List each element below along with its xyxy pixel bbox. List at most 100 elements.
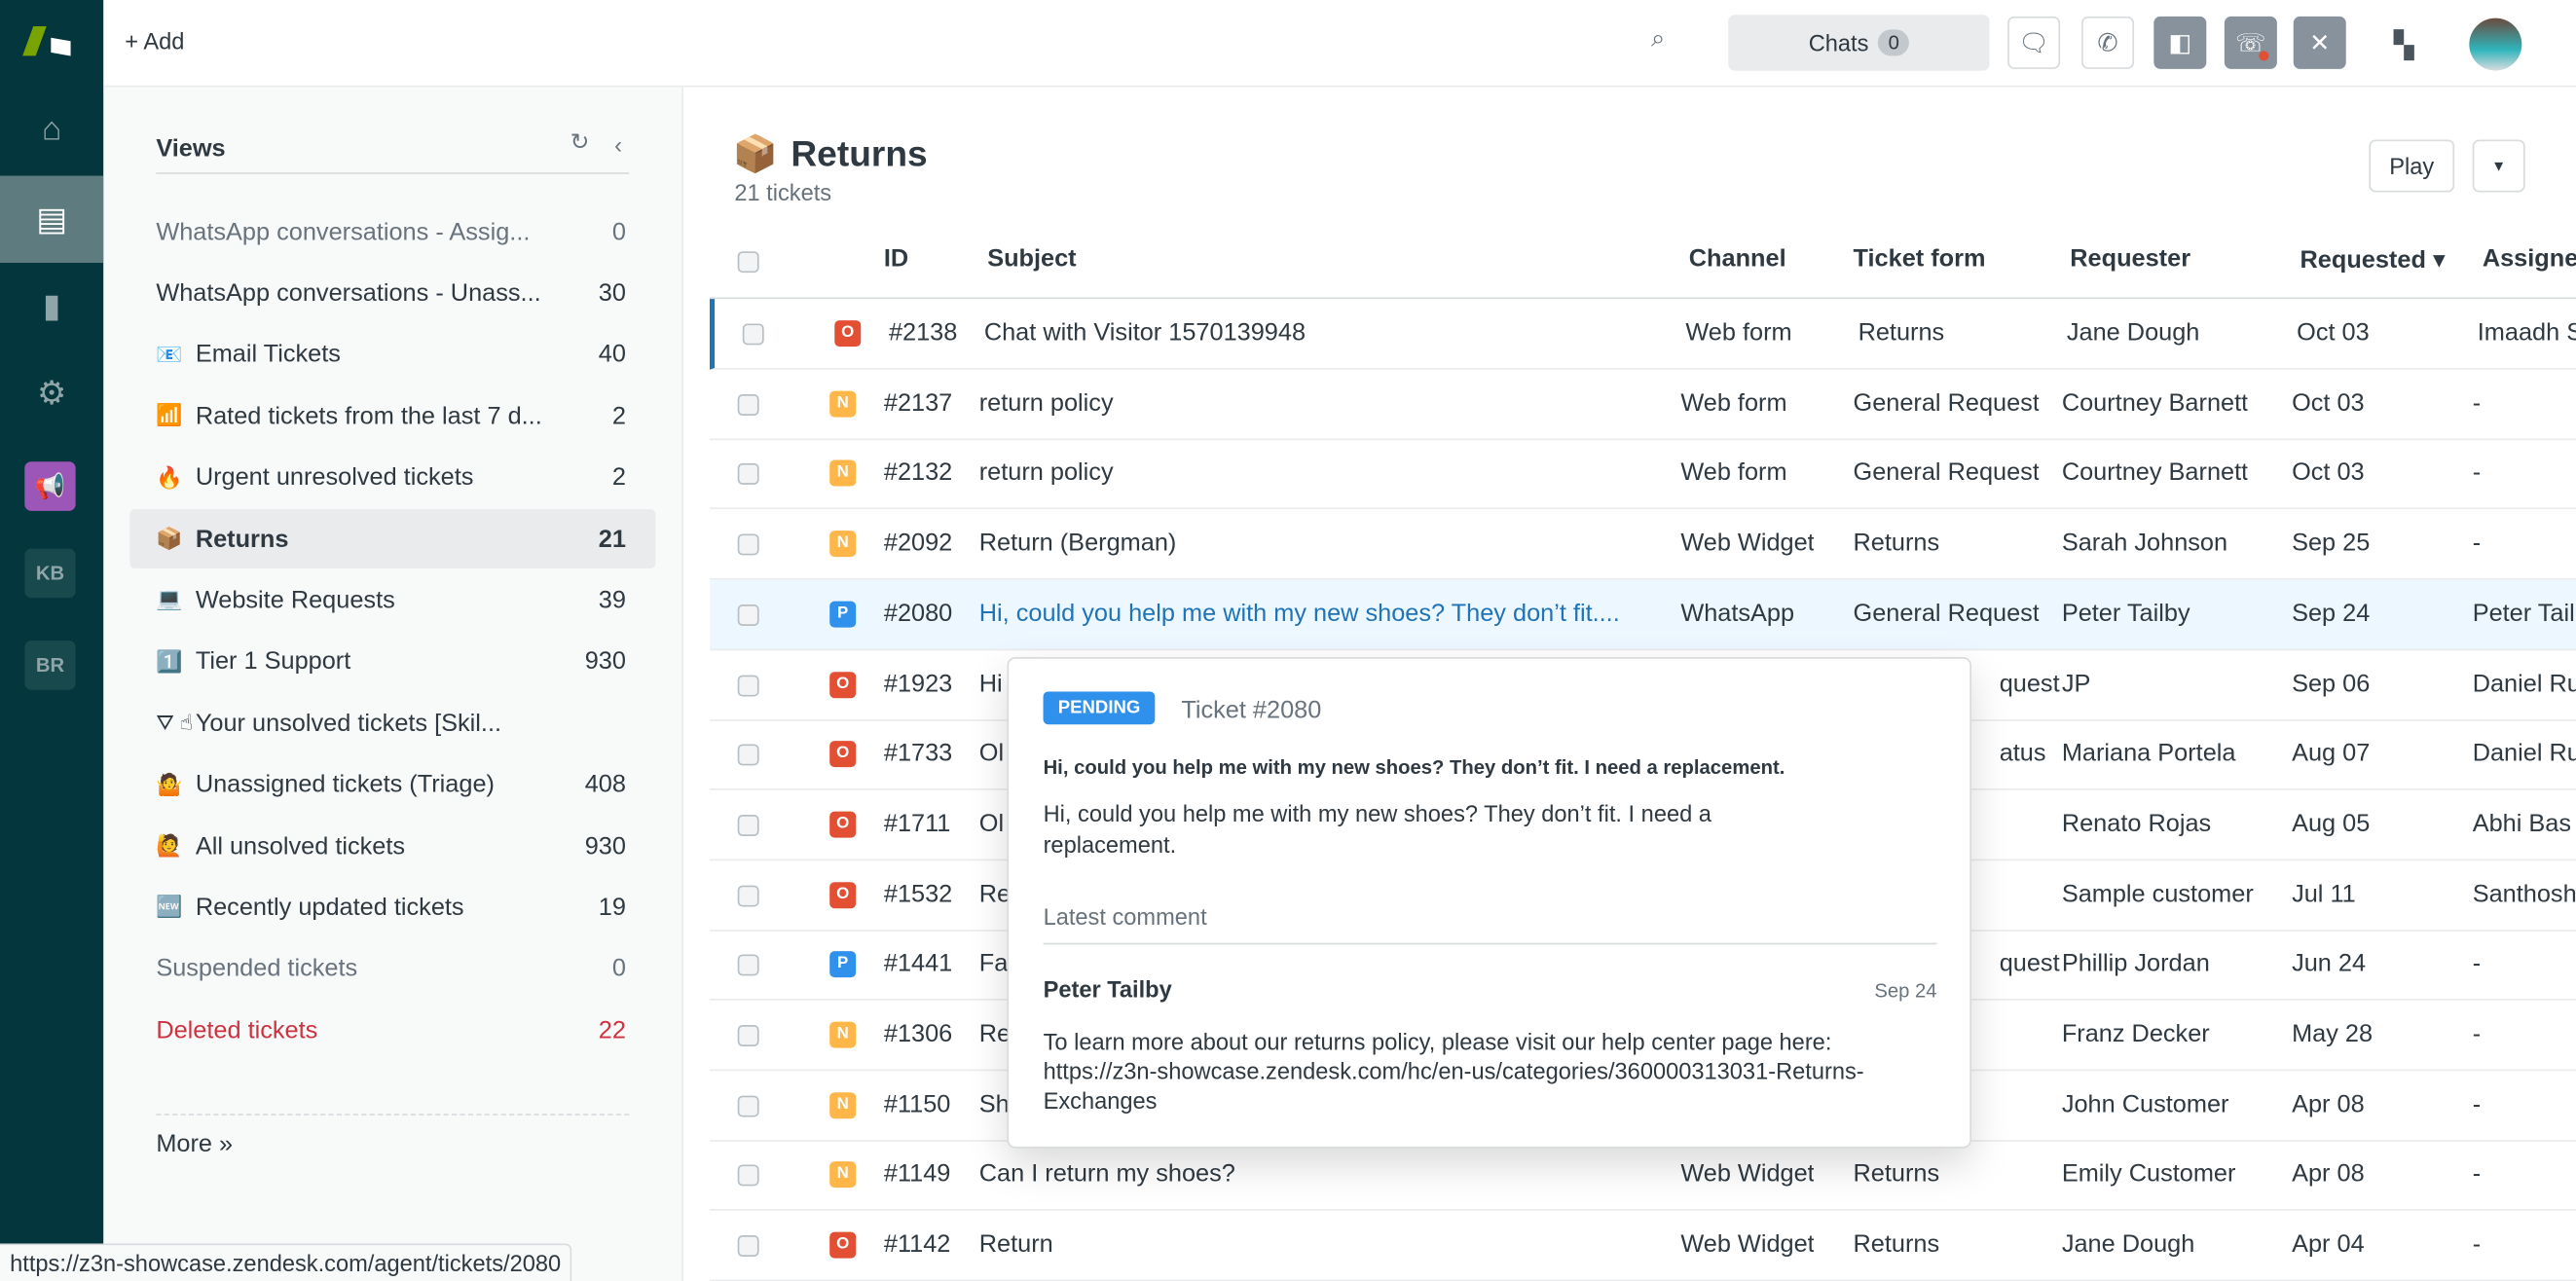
latest-comment-label: Latest comment xyxy=(1043,903,1207,931)
views-icon[interactable]: ▤ xyxy=(0,175,104,263)
layout-app-icon[interactable]: ◧ xyxy=(2153,16,2207,69)
ticket-subject[interactable]: Can I return my shoes? xyxy=(979,1160,1235,1189)
view-item[interactable]: 🔥 Urgent unresolved tickets 2 xyxy=(129,448,655,507)
search-icon[interactable]: ⌕ xyxy=(1651,24,1665,53)
add-button[interactable]: + Add xyxy=(125,28,184,55)
ticket-id: #2137 xyxy=(883,388,953,418)
view-item[interactable]: Suspended tickets 0 xyxy=(129,939,655,999)
status-badge: PENDING xyxy=(1043,691,1156,725)
play-dropdown-button[interactable]: ▼ xyxy=(2472,139,2525,193)
status-badge: O xyxy=(834,320,862,348)
whatsapp-icon[interactable]: ☏ xyxy=(2224,16,2277,69)
table-row[interactable]: O #1142 Return Web Widget Returns Jane D… xyxy=(710,1211,2576,1281)
column-channel[interactable]: Channel xyxy=(1689,244,1786,273)
column-id[interactable]: ID xyxy=(884,244,908,273)
column-subject[interactable]: Subject xyxy=(987,244,1076,273)
view-item[interactable]: WhatsApp conversations - Unass... 30 xyxy=(129,264,655,323)
view-item[interactable]: Deleted tickets 22 xyxy=(129,1001,655,1060)
select-all-checkbox[interactable] xyxy=(737,251,759,274)
kb-app-button[interactable]: KB xyxy=(24,548,76,599)
phone-icon[interactable]: ✆ xyxy=(2081,16,2135,69)
ticket-subject[interactable]: Chat with Visitor 1570139948 xyxy=(984,318,1306,347)
table-row[interactable]: N #2137 return policy Web form General R… xyxy=(710,369,2576,440)
ticket-subject[interactable]: Return xyxy=(979,1230,1053,1259)
chat-bubble-icon[interactable]: 🗨 xyxy=(2007,16,2061,69)
status-badge: N xyxy=(829,1091,857,1118)
add-label: Add xyxy=(143,27,185,55)
avatar[interactable] xyxy=(2469,18,2522,71)
row-checkbox[interactable] xyxy=(737,604,759,626)
ticket-subject[interactable]: Hi, could you help me with my new shoes?… xyxy=(979,600,1620,628)
ticket-subject[interactable]: Fa xyxy=(979,950,1009,978)
row-checkbox[interactable] xyxy=(737,814,759,836)
ticket-requester: Peter Tailby xyxy=(2061,599,2190,628)
close-chat-icon[interactable]: ✕ xyxy=(2293,16,2346,69)
status-badge: O xyxy=(829,741,857,768)
ticket-subject[interactable]: Re xyxy=(979,880,1011,908)
table-row[interactable]: O #2138 Chat with Visitor 1570139948 Web… xyxy=(710,299,2576,370)
br-app-button[interactable]: BR xyxy=(24,640,76,690)
ticket-subject[interactable]: return policy xyxy=(979,388,1114,417)
ticket-subject[interactable]: Re xyxy=(979,1020,1011,1048)
view-item[interactable]: 1️⃣ Tier 1 Support 930 xyxy=(129,632,655,691)
ticket-subject[interactable]: return policy xyxy=(979,458,1114,487)
view-item[interactable]: WhatsApp conversations - Assig... 0 xyxy=(129,202,655,262)
view-item[interactable]: 🙋 All unsolved tickets 930 xyxy=(129,817,655,876)
row-checkbox[interactable] xyxy=(737,884,759,906)
view-item[interactable]: 🤷 Unassigned tickets (Triage) 408 xyxy=(129,755,655,815)
refresh-icon[interactable]: ↻ xyxy=(570,128,590,157)
row-checkbox[interactable] xyxy=(737,1095,759,1116)
table-row[interactable]: N #2092 Return (Bergman) Web Widget Retu… xyxy=(710,509,2576,580)
view-count: 19 xyxy=(598,893,626,922)
more-views-link[interactable]: More » xyxy=(156,1130,233,1158)
reporting-icon[interactable]: ▮ xyxy=(0,263,103,349)
view-item[interactable]: 💻 Website Requests 39 xyxy=(129,570,655,630)
collapse-chevron-icon[interactable]: ‹ xyxy=(614,131,622,158)
row-checkbox[interactable] xyxy=(737,393,759,416)
table-row[interactable]: N #1149 Can I return my shoes? Web Widge… xyxy=(710,1141,2576,1212)
play-button[interactable]: Play xyxy=(2369,139,2455,193)
row-checkbox[interactable] xyxy=(737,1025,759,1046)
ticket-assignee: Imaadh S xyxy=(2477,318,2576,348)
row-checkbox[interactable] xyxy=(737,954,759,976)
product-tray-icon[interactable]: ▚ xyxy=(2394,29,2414,62)
view-item[interactable]: 📦 Returns 21 xyxy=(129,509,656,568)
ticket-subject[interactable]: Ol xyxy=(979,740,1004,768)
view-item[interactable]: 📧 Email Tickets 40 xyxy=(129,325,655,384)
admin-gear-icon[interactable]: ⚙ xyxy=(0,349,103,436)
view-emoji-icon: 📶 xyxy=(156,402,183,428)
view-item[interactable]: 📶 Rated tickets from the last 7 d... 2 xyxy=(129,386,655,446)
row-checkbox[interactable] xyxy=(737,744,759,766)
column-ticket-form[interactable]: Ticket form xyxy=(1854,244,1986,273)
view-emoji-icon: 🙋 xyxy=(156,832,183,858)
table-row[interactable]: P #2080 Hi, could you help me with my ne… xyxy=(710,579,2576,650)
ticket-subject[interactable]: Hi xyxy=(979,670,1003,698)
column-requested[interactable]: Requested ▾ xyxy=(2300,244,2446,274)
column-requester[interactable]: Requester xyxy=(2070,244,2190,273)
view-item[interactable]: ⛛ ☝ Your unsolved tickets [Skil... xyxy=(129,693,655,752)
row-checkbox[interactable] xyxy=(737,1235,759,1258)
ticket-assignee: - xyxy=(2472,1160,2482,1189)
view-count: 22 xyxy=(598,1016,626,1044)
ticket-id: #1711 xyxy=(883,809,951,838)
status-badge: O xyxy=(829,881,857,908)
row-checkbox[interactable] xyxy=(737,533,759,556)
table-row[interactable]: N #2132 return policy Web form General R… xyxy=(710,439,2576,510)
view-label: Returns xyxy=(195,525,289,553)
row-checkbox[interactable] xyxy=(737,1165,759,1188)
views-panel: Views ↻ ‹ WhatsApp conversations - Assig… xyxy=(103,87,683,1281)
ticket-subject[interactable]: Sh xyxy=(979,1090,1010,1118)
view-label: WhatsApp conversations - Unass... xyxy=(156,278,541,308)
view-item[interactable]: 🆕 Recently updated tickets 19 xyxy=(129,878,655,937)
megaphone-icon[interactable]: 📢 xyxy=(24,461,76,511)
row-checkbox[interactable] xyxy=(742,323,764,346)
ticket-subject[interactable]: Return (Bergman) xyxy=(979,530,1177,558)
home-icon[interactable]: ⌂ xyxy=(0,87,103,173)
ticket-subject[interactable]: Ol xyxy=(979,810,1004,838)
view-label: WhatsApp conversations - Assig... xyxy=(156,217,531,246)
row-checkbox[interactable] xyxy=(737,674,759,696)
column-assignee[interactable]: Assignee xyxy=(2483,244,2576,273)
row-checkbox[interactable] xyxy=(737,463,759,486)
chats-button[interactable]: Chats 0 xyxy=(1728,15,1990,71)
ticket-id: #1923 xyxy=(883,669,953,698)
